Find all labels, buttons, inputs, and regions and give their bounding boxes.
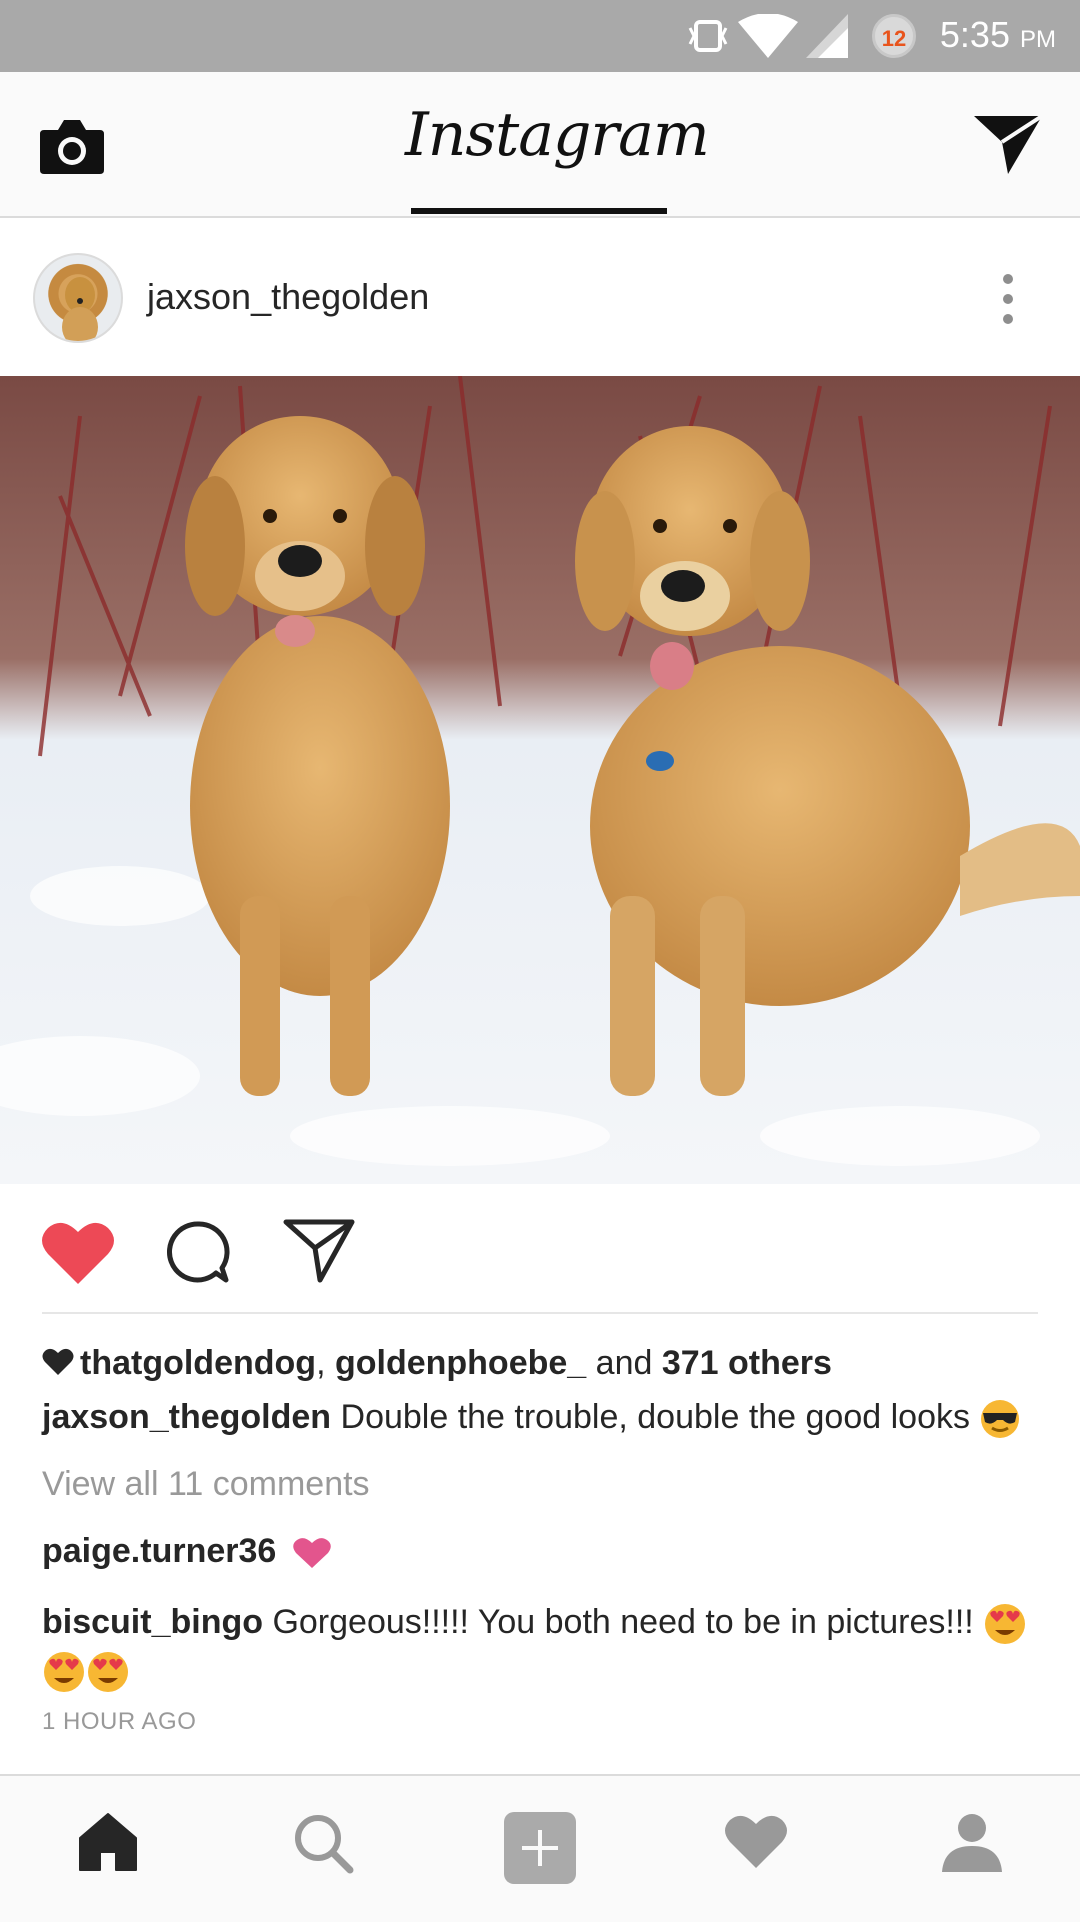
ampm-text: PM: [1020, 26, 1056, 53]
two-golden-retrievers-photo: [0, 376, 1080, 1184]
clock: 5:35 PM: [940, 14, 1056, 56]
pink-heart-emoji-icon: [292, 1538, 331, 1569]
view-all-comments-link[interactable]: View all 11 comments: [42, 1465, 370, 1504]
likes-heart-icon: [42, 1348, 74, 1375]
liker-2[interactable]: goldenphoebe_: [335, 1344, 586, 1382]
likes-line: thatgoldendog, goldenphoebe_ and 371 oth…: [42, 1344, 832, 1383]
home-icon[interactable]: [76, 1812, 140, 1872]
post-timestamp: 1 HOUR AGO: [42, 1708, 197, 1735]
avatar[interactable]: [33, 253, 123, 343]
more-options-icon[interactable]: [1000, 272, 1016, 326]
comment-row: paige.turner36: [42, 1532, 332, 1571]
action-divider: [42, 1312, 1038, 1314]
comment-text: Gorgeous!!!!! You both need to be in pic…: [272, 1603, 974, 1641]
likes-others[interactable]: 371 others: [662, 1344, 832, 1382]
sunglasses-emoji-icon: [981, 1400, 1020, 1439]
heart-eyes-emoji-icon: [985, 1604, 1026, 1645]
camera-icon[interactable]: [38, 116, 106, 176]
bottom-nav: [0, 1774, 1080, 1922]
activity-heart-icon[interactable]: [724, 1812, 788, 1870]
app-logo: Instagram: [405, 100, 710, 170]
comment-row: biscuit_bingo Gorgeous!!!!! You both nee…: [42, 1598, 1042, 1694]
comment-username[interactable]: paige.turner36: [42, 1532, 276, 1570]
caption-username[interactable]: jaxson_thegolden: [42, 1398, 331, 1436]
likes-and: and: [595, 1344, 653, 1382]
app-header: Instagram: [0, 72, 1080, 218]
liker-separator: ,: [316, 1344, 326, 1382]
status-bar: 12 5:35 PM: [0, 0, 1080, 72]
vibrate-icon: [688, 20, 728, 52]
post-username[interactable]: jaxson_thegolden: [147, 276, 429, 318]
avatar-dog-image: [62, 277, 98, 341]
comment-icon[interactable]: [164, 1218, 232, 1286]
signal-icon: [806, 14, 848, 58]
heart-eyes-emoji-icon: [88, 1652, 128, 1693]
liker-1[interactable]: thatgoldendog: [80, 1344, 316, 1382]
add-post-icon[interactable]: [504, 1812, 576, 1884]
heart-eyes-emoji-icon: [44, 1652, 84, 1693]
search-icon[interactable]: [292, 1812, 354, 1874]
notification-badge: 12: [872, 14, 916, 58]
caption: jaxson_thegolden Double the trouble, dou…: [42, 1398, 1042, 1440]
time-text: 5:35: [939, 14, 1010, 55]
like-heart-icon[interactable]: [40, 1218, 116, 1286]
profile-icon[interactable]: [940, 1812, 1004, 1874]
post-photo[interactable]: [0, 376, 1080, 1184]
caption-text: Double the trouble, double the good look…: [340, 1398, 970, 1436]
comment-username[interactable]: biscuit_bingo: [42, 1603, 263, 1641]
wifi-icon: [738, 14, 798, 58]
share-icon[interactable]: [282, 1218, 356, 1284]
active-tab-indicator: [411, 208, 667, 214]
direct-message-icon[interactable]: [972, 112, 1044, 176]
